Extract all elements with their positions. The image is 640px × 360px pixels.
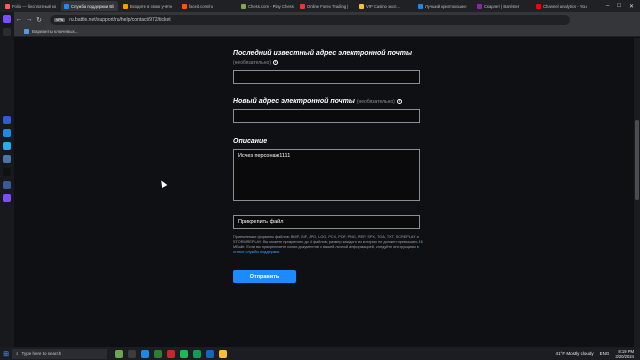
taskbar-app-icon[interactable] <box>141 349 149 358</box>
tab-1[interactable]: Служба поддержки Bli <box>61 1 118 11</box>
tab-label: Входите в свою учётн <box>130 3 173 9</box>
tab-label: Скарлет | Barrister <box>484 3 520 9</box>
tab-4[interactable]: Chess.com - Play Chess <box>238 1 295 11</box>
tab-favicon-icon <box>5 3 10 9</box>
sidebar-app-icon[interactable] <box>3 129 11 137</box>
system-tray: 41°F Mostly cloudy ENG 8:19 PM 3/20/2024 <box>556 349 640 359</box>
tab-9[interactable]: Channel analytics - You <box>533 1 590 11</box>
tab-label: Online Forex Trading | <box>307 3 349 9</box>
description-text: Исчез персонаж1111 <box>238 153 291 159</box>
search-icon: ⌕ <box>16 351 19 356</box>
last-email-label: Последний известный адрес электронной по… <box>233 49 423 68</box>
new-email-field[interactable] <box>233 109 420 123</box>
description-textarea[interactable]: Исчез персонаж1111 <box>233 149 420 201</box>
info-icon[interactable]: i <box>272 59 278 65</box>
sidebar-app-icon[interactable] <box>3 181 11 189</box>
description-label: Описание <box>233 138 268 145</box>
note-text: Приемлемые форматы файлов: BMP, GIF, JPG… <box>233 235 423 249</box>
vpn-badge[interactable]: VPN <box>54 17 66 22</box>
clock-date: 3/20/2024 <box>615 353 634 359</box>
clock[interactable]: 8:19 PM 3/20/2024 <box>615 349 634 359</box>
reload-icon[interactable]: ↻ <box>34 16 44 24</box>
tab-label: faceit.com/ru <box>189 3 213 9</box>
vk-icon[interactable] <box>3 155 11 163</box>
url-text: ru.battle.net/support/ru/help/contact/97… <box>69 16 171 23</box>
browser-toolbar: ← → ↻ VPN ru.battle.net/support/ru/help/… <box>14 12 640 27</box>
browser-logo-icon[interactable] <box>3 15 11 23</box>
bookmark-icon <box>24 29 29 34</box>
attach-file-label: Прикрепить файл <box>238 219 284 225</box>
file-explorer-icon[interactable] <box>219 349 227 358</box>
spotify-icon[interactable] <box>180 349 188 358</box>
file-formats-note: Приемлемые форматы файлов: BMP, GIF, JPG… <box>233 235 423 255</box>
taskbar-app-icon[interactable] <box>167 349 175 358</box>
tab-favicon-icon <box>241 3 246 9</box>
forward-icon[interactable]: → <box>24 16 34 23</box>
scrollbar-thumb[interactable] <box>635 120 639 200</box>
telegram-icon[interactable] <box>3 142 11 150</box>
bookmark-label: Варианты ключевых... <box>32 29 79 34</box>
sidebar-app-icon[interactable] <box>3 116 11 124</box>
tab-2[interactable]: Входите в свою учётн <box>120 1 177 11</box>
home-icon[interactable] <box>3 28 11 36</box>
taskbar-app-icon[interactable] <box>115 349 123 358</box>
submit-label: Отправить <box>249 273 280 280</box>
tab-3[interactable]: faceit.com/ru <box>179 1 236 11</box>
taskbar-app-icon[interactable] <box>154 349 162 358</box>
tab-bar: Folio — бесплатный ко Служба поддержки B… <box>0 0 640 12</box>
new-email-label-text: Новый адрес электронной почты <box>233 98 355 105</box>
taskbar-apps <box>115 349 227 358</box>
last-email-label-text: Последний известный адрес электронной по… <box>233 50 413 57</box>
browser-sidebar <box>0 12 14 347</box>
bookmark-item[interactable]: Варианты ключевых... <box>24 29 78 34</box>
submit-button[interactable]: Отправить <box>233 270 296 283</box>
tab-favicon-icon <box>418 3 423 9</box>
tab-label: Folio — бесплатный ко <box>12 3 57 9</box>
tab-favicon-icon <box>123 3 128 9</box>
tab-favicon-icon <box>182 3 187 9</box>
bookmarks-bar: Варианты ключевых... <box>14 27 640 37</box>
tab-label: Служба поддержки Bli <box>71 3 115 9</box>
optional-hint: (необязательно) <box>356 99 395 105</box>
window-controls: – □ ✕ <box>606 3 640 10</box>
tab-favicon-icon <box>477 3 482 9</box>
tab-5[interactable]: Online Forex Trading | <box>297 1 354 11</box>
tab-label: VIP Casino эксп... <box>366 3 400 9</box>
tab-favicon-icon <box>300 3 305 9</box>
address-bar[interactable]: VPN ru.battle.net/support/ru/help/contac… <box>50 14 570 25</box>
windows-start-icon[interactable]: ⊞ <box>0 350 12 358</box>
language-indicator[interactable]: ENG <box>600 351 610 356</box>
task-view-icon[interactable] <box>128 349 136 358</box>
tiktok-icon[interactable] <box>3 168 11 176</box>
tab-favicon-icon <box>536 3 541 9</box>
optional-hint: (необязательно) <box>233 60 271 66</box>
tab-label: Channel analytics - You <box>543 3 587 9</box>
tab-label: Лучший криптокошел <box>425 3 467 9</box>
taskbar-app-icon[interactable] <box>193 349 201 358</box>
close-icon[interactable]: ✕ <box>629 3 634 10</box>
attach-file-button[interactable]: Прикрепить файл <box>233 215 420 229</box>
sidebar-app-icon[interactable] <box>3 194 11 202</box>
tab-favicon-icon <box>359 3 364 9</box>
tab-0[interactable]: Folio — бесплатный ко <box>2 1 59 11</box>
back-icon[interactable]: ← <box>14 16 24 23</box>
new-email-label: Новый адрес электронной почты (необязате… <box>233 97 402 107</box>
info-icon[interactable]: i <box>396 98 402 104</box>
clock-time: 8:19 PM <box>618 348 634 354</box>
taskbar-search[interactable]: ⌕ Type here to search <box>12 348 107 359</box>
last-email-field[interactable] <box>233 70 420 84</box>
tab-favicon-icon <box>64 3 69 9</box>
minimize-icon[interactable]: – <box>606 3 609 10</box>
taskbar-app-icon[interactable] <box>206 349 214 358</box>
tab-6[interactable]: VIP Casino эксп... <box>356 1 413 11</box>
weather-text[interactable]: 41°F Mostly cloudy <box>556 351 594 356</box>
tab-label: Chess.com - Play Chess <box>248 3 294 9</box>
tab-7[interactable]: Лучший криптокошел <box>415 1 472 11</box>
maximize-icon[interactable]: □ <box>617 3 621 10</box>
taskbar-search-placeholder: Type here to search <box>21 351 62 356</box>
taskbar: ⊞ ⌕ Type here to search 41°F Mostly clou… <box>0 347 640 360</box>
tab-8[interactable]: Скарлет | Barrister <box>474 1 531 11</box>
